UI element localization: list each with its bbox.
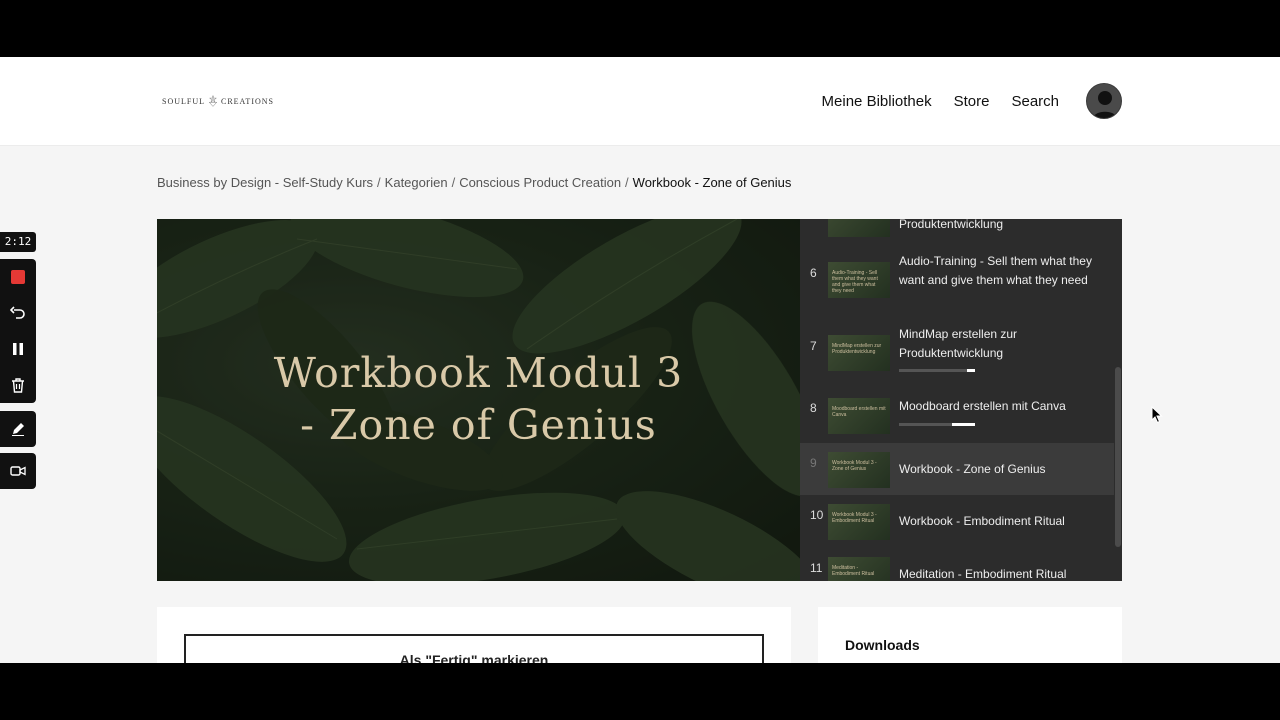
breadcrumb-current: Workbook - Zone of Genius	[632, 175, 792, 190]
lesson-thumbnail: Workbook Modul 3 - Zone of Genius	[828, 452, 890, 488]
trash-icon	[12, 377, 24, 393]
playlist-scrollbar[interactable]	[1115, 367, 1121, 547]
lesson-number: 11	[810, 561, 823, 575]
breadcrumb-link-course[interactable]: Business by Design - Self-Study Kurs	[157, 175, 373, 190]
thumbnail-text: Workbook Modul 3 - Embodiment Ritual	[832, 512, 877, 524]
main-nav: Meine Bibliothek Store Search	[822, 87, 1059, 115]
stop-icon	[11, 270, 25, 284]
nav-store[interactable]: Store	[954, 93, 990, 110]
playlist-item[interactable]: 8 Moodboard erstellen mit Canva Moodboar…	[800, 391, 1114, 439]
breadcrumb-link-categories[interactable]: Kategorien	[385, 175, 448, 190]
slide-title-line2: - Zone of Genius	[300, 401, 657, 449]
lesson-progress-fill	[952, 423, 975, 426]
lesson-actions-card: Als "Fertig" markieren	[157, 607, 791, 663]
lesson-playlist: Produktentwicklung 6 Audio-Training - Se…	[800, 219, 1122, 581]
breadcrumb-link-category[interactable]: Conscious Product Creation	[459, 175, 621, 190]
lesson-title: Moodboard erstellen mit Canva	[899, 399, 1066, 413]
thumbnail-text: Moodboard erstellen mit Canva	[832, 406, 886, 418]
downloads-title: Downloads	[845, 637, 920, 653]
recording-timer: 2:12	[0, 232, 36, 252]
lesson-number: 6	[810, 266, 817, 280]
thumbnail-text: Meditation - Embodiment Ritual	[832, 565, 875, 577]
draw-button[interactable]	[0, 411, 36, 447]
playlist-item[interactable]: Produktentwicklung	[800, 219, 1114, 237]
playlist-item[interactable]: 6 Audio-Training - Sell them what they w…	[800, 251, 1114, 311]
site-header: SOULFUL CREATIONS Meine Bibliothek Store…	[0, 57, 1280, 146]
lesson-thumbnail: Meditation - Embodiment Ritual	[828, 557, 890, 581]
downloads-card: Downloads	[818, 607, 1122, 663]
mark-complete-button[interactable]: Als "Fertig" markieren	[184, 634, 764, 663]
user-icon	[1092, 91, 1118, 118]
lesson-thumbnail: Moodboard erstellen mit Canva	[828, 398, 890, 434]
delete-recording-button[interactable]	[0, 367, 36, 403]
playlist-item[interactable]: 10 Workbook Modul 3 - Embodiment Ritual …	[800, 499, 1114, 549]
lesson-title: Produktentwicklung	[899, 219, 1004, 231]
playlist-item[interactable]: 7 MindMap erstellen zur Produktentwicklu…	[800, 325, 1114, 377]
lesson-number: 7	[810, 339, 817, 353]
lesson-thumbnail: Audio-Training - Sell them what they wan…	[828, 262, 890, 298]
lesson-thumbnail	[828, 219, 890, 237]
pen-icon	[12, 423, 24, 436]
lesson-title: Workbook - Embodiment Ritual	[899, 514, 1065, 528]
pause-icon	[13, 343, 23, 355]
thumbnail-text: Workbook Modul 3 - Zone of Genius	[832, 460, 877, 472]
lesson-title: Workbook - Zone of Genius	[899, 462, 1046, 476]
playlist-item[interactable]: 11 Meditation - Embodiment Ritual Medita…	[800, 553, 1114, 581]
lesson-number: 10	[810, 508, 824, 522]
slide-title: Workbook Modul 3 - Zone of Genius	[157, 347, 800, 451]
logo-text-left: SOULFUL	[162, 96, 206, 106]
lesson-player: Workbook Modul 3 - Zone of Genius Produk…	[157, 219, 1122, 581]
lesson-slide[interactable]: Workbook Modul 3 - Zone of Genius	[157, 219, 800, 581]
camera-toggle-button[interactable]	[0, 453, 36, 489]
restart-recording-button[interactable]	[0, 295, 36, 331]
avatar[interactable]	[1086, 83, 1122, 119]
breadcrumb-separator: /	[451, 175, 456, 190]
video-camera-icon	[10, 466, 26, 476]
nav-meine-bibliothek[interactable]: Meine Bibliothek	[822, 93, 932, 110]
thumbnail-text: MindMap erstellen zur Produktentwicklung	[832, 343, 882, 355]
logo[interactable]: SOULFUL CREATIONS	[162, 85, 274, 117]
lesson-number: 8	[810, 401, 817, 415]
playlist-item-active[interactable]: 9 Workbook Modul 3 - Zone of Genius Work…	[800, 443, 1114, 495]
logo-emblem-icon	[208, 95, 218, 107]
recorder-toolbar	[0, 259, 36, 403]
slide-title-line1: Workbook Modul 3	[273, 349, 684, 397]
nav-search[interactable]: Search	[1011, 93, 1059, 110]
lesson-thumbnail: Workbook Modul 3 - Embodiment Ritual	[828, 504, 890, 540]
breadcrumb: Business by Design - Self-Study Kurs / Kat…	[157, 175, 791, 190]
lesson-title: Meditation - Embodiment Ritual	[899, 567, 1067, 581]
breadcrumb-separator: /	[625, 175, 629, 190]
lesson-progress-bar	[899, 369, 975, 372]
lesson-progress-fill	[967, 369, 975, 372]
mouse-cursor-icon	[1151, 406, 1163, 424]
logo-text-right: CREATIONS	[220, 96, 274, 106]
undo-icon	[10, 306, 25, 319]
lesson-progress-bar	[899, 423, 975, 426]
breadcrumb-separator: /	[377, 175, 381, 190]
stop-recording-button[interactable]	[0, 259, 36, 295]
thumbnail-text: Audio-Training - Sell them what they wan…	[832, 270, 878, 294]
browser-viewport: SOULFUL CREATIONS Meine Bibliothek Store…	[0, 57, 1280, 663]
lesson-title: MindMap erstellen zur Produktentwicklung	[899, 327, 1018, 360]
lesson-thumbnail: MindMap erstellen zur Produktentwicklung	[828, 335, 890, 371]
lesson-title: Audio-Training - Sell them what they wan…	[899, 254, 1092, 287]
pause-recording-button[interactable]	[0, 331, 36, 367]
lesson-number: 9	[810, 456, 817, 470]
